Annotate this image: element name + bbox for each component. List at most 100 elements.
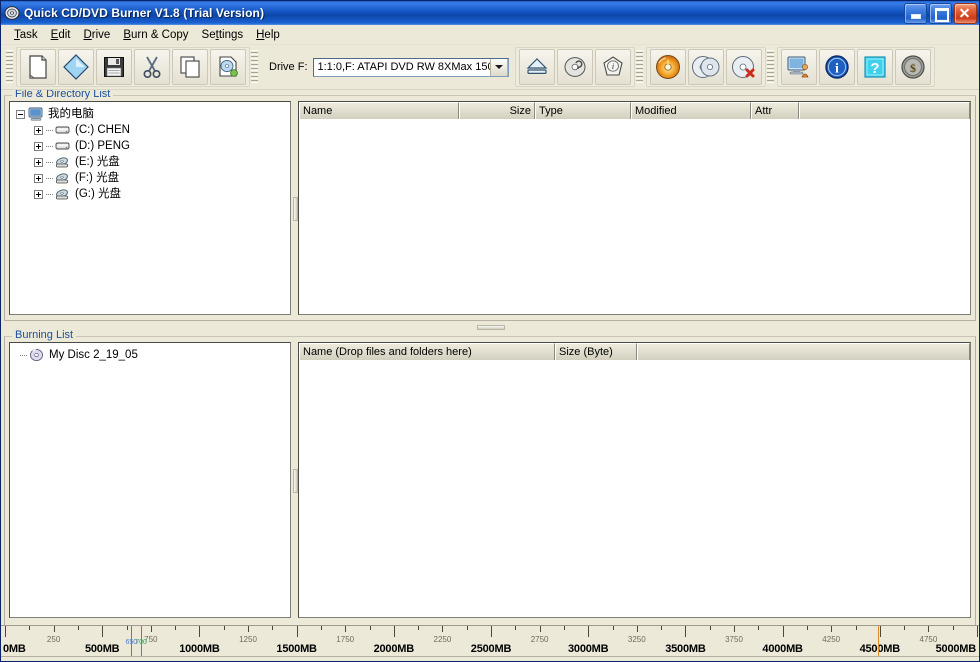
optical-drive-icon [55,187,72,201]
eject-disc-icon[interactable] [518,49,555,85]
minimize-button[interactable] [904,2,927,24]
cancel-disc-icon[interactable] [725,49,762,85]
disc-info-icon[interactable]: i [594,49,631,85]
ruler-label-minor: 3250 [627,635,646,644]
burning-list-header: Name (Drop files and folders here) Size … [299,343,970,360]
tree-node-drive-d[interactable]: (D:) PENG [16,138,290,154]
tree-connector [20,354,28,356]
save-icon[interactable] [96,49,132,85]
ruler-tick-minor [29,626,31,630]
ruler-tick-minor [345,626,347,632]
menu-item-drive[interactable]: Drive [77,27,117,43]
ruler-tick-major [491,626,492,637]
ruler-tick-minor [831,626,833,632]
menu-item-settings[interactable]: Settings [196,27,251,43]
ruler-tick-minor [248,626,249,632]
tree-node-drive-f[interactable]: (F:) 光盘 [16,170,290,186]
tree-expander-plus[interactable] [34,141,43,151]
tree-expander-plus[interactable] [34,125,43,135]
paste-disc-icon[interactable] [210,49,246,85]
ruler-label-major: 2500MB [470,643,512,655]
ruler-label-major: 1500MB [276,643,317,655]
column-header-drop-name[interactable]: Name (Drop files and folders here) [299,343,555,360]
directory-tree-pane[interactable]: 我的电脑 (C:) CHEN (D:) PENG (E:) 光盘 (F:) 光盘… [9,101,291,315]
ruler-tick-minor [53,626,55,632]
menu-item-edit[interactable]: Edit [45,27,78,43]
ruler-tick-minor [77,626,79,630]
erase-disc-icon[interactable] [556,49,593,85]
copy-disc-icon[interactable] [687,49,724,85]
burning-list-pane[interactable]: Name (Drop files and folders here) Size … [298,342,971,618]
tree-expander-plus[interactable] [34,173,43,183]
about-info-icon[interactable]: i [818,49,855,85]
help-question-icon[interactable]: ? [856,49,893,85]
ruler-tick-minor [952,626,954,630]
tree-node-my-computer[interactable]: 我的电脑 [16,106,290,122]
svg-text:i: i [835,62,839,77]
toolbar-grip-help[interactable] [766,50,774,84]
horizontal-splitter[interactable] [4,323,976,331]
tree-node-drive-g[interactable]: (G:) 光盘 [16,186,290,202]
burn-disc-icon[interactable] [649,49,686,85]
ruler-label-major: 1000MB [179,643,220,655]
ruler-tick-major [977,626,978,637]
maximize-button[interactable] [929,2,952,24]
file-list-body[interactable] [299,119,970,314]
column-header-filler[interactable] [799,102,970,119]
column-header-filler[interactable] [637,343,970,360]
burning-list-group: Burning List My Disc 2_19_05 Name (Drop … [4,330,976,630]
tree-node-label: (E:) 光盘 [75,156,120,168]
ruler-tick-minor [126,626,128,630]
open-file-icon[interactable] [58,49,94,85]
ruler-tick-minor [466,626,468,630]
toolbar-grip-burn[interactable] [635,50,643,84]
menu-item-burn-copy[interactable]: Burn & Copy [117,27,195,43]
optical-drive-icon [55,155,72,169]
tree-expander-plus[interactable] [34,157,43,167]
column-header-name[interactable]: Name [299,102,459,119]
close-button[interactable] [954,2,977,24]
tree-node-drive-c[interactable]: (C:) CHEN [16,122,290,138]
menu-item-task[interactable]: Task [8,27,45,43]
main-content: File & Directory List 我的电脑 (C:) CHEN (D:… [1,90,979,661]
drive-combobox[interactable]: 1:1:0,F: ATAPI DVD RW 8XMax 150 [312,57,509,77]
vertical-splitter-bottom[interactable] [291,342,298,618]
drive-selector: Drive F: 1:1:0,F: ATAPI DVD RW 8XMax 150 [261,48,515,86]
cut-icon[interactable] [134,49,170,85]
ruler-capacity-marker-label: 700 [135,639,147,646]
column-header-modified[interactable]: Modified [631,102,751,119]
new-file-icon[interactable] [20,49,56,85]
toolbar-group-burn [645,47,766,87]
column-header-attr[interactable]: Attr [751,102,799,119]
file-list-pane[interactable]: Name Size Type Modified Attr [298,101,971,315]
menu-item-help[interactable]: Help [250,27,287,43]
chevron-down-icon[interactable] [489,58,508,76]
tree-node-drive-e[interactable]: (E:) 光盘 [16,154,290,170]
vertical-splitter[interactable] [291,101,298,315]
burning-tree-pane[interactable]: My Disc 2_19_05 [9,342,291,618]
column-header-type[interactable]: Type [535,102,631,119]
column-header-size-byte[interactable]: Size (Byte) [555,343,637,360]
toolbar-grip[interactable] [6,50,13,84]
toolbar-grip-drive[interactable] [251,50,258,84]
burning-list-body[interactable] [299,360,970,617]
cd-disc-icon [4,5,20,21]
tree-node-label: (D:) PENG [75,140,130,152]
tree-expander-minus[interactable] [16,109,25,119]
burning-project-node[interactable]: My Disc 2_19_05 [16,347,290,363]
directory-tree: 我的电脑 (C:) CHEN (D:) PENG (E:) 光盘 (F:) 光盘… [10,102,290,202]
tree-node-label: (G:) 光盘 [75,188,121,200]
ruler-label-minor: 250 [46,635,61,644]
toolbar-group-file [16,47,250,87]
column-header-size[interactable]: Size [459,102,535,119]
tree-expander-plus[interactable] [34,189,43,199]
menu-bar: Task Edit Drive Burn & Copy Settings Hel… [1,25,979,45]
ruler-label-minor: 4250 [822,635,841,644]
tree-connector [46,193,54,195]
disc-project-icon [29,348,46,362]
register-coin-icon[interactable]: $ [894,49,931,85]
desktop-user-icon[interactable] [780,49,817,85]
tree-connector [46,129,54,131]
copy-icon[interactable] [172,49,208,85]
ruler-tick-major [199,626,201,637]
